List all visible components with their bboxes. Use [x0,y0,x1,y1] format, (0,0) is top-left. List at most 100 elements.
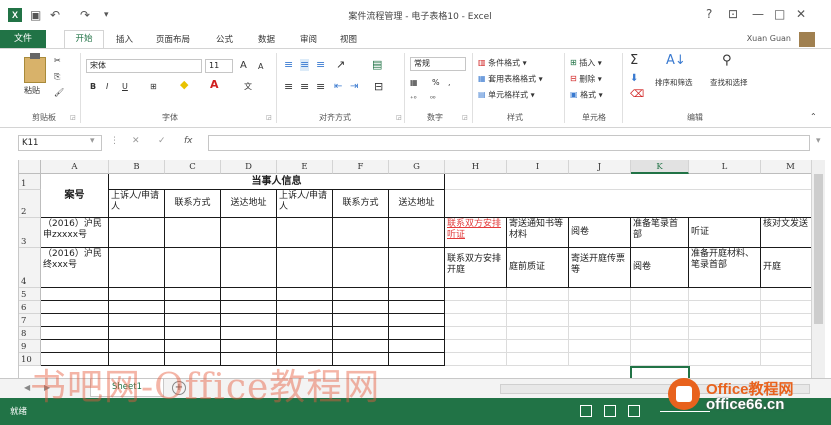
table-cell[interactable] [445,288,507,301]
table-cell[interactable] [109,327,165,340]
table-cell[interactable] [333,248,389,288]
table-cell[interactable] [569,288,631,301]
cell-h1[interactable] [445,174,811,190]
font-size-select[interactable]: 11 [205,59,233,73]
table-cell[interactable] [389,288,445,301]
row-header-9[interactable]: 9 [19,340,41,353]
table-cell[interactable] [761,353,811,366]
insert-function-button[interactable]: fx [184,136,193,146]
column-header-e[interactable]: E [277,160,333,174]
table-cell[interactable] [389,218,445,248]
table-cell[interactable] [109,248,165,288]
table-cell[interactable] [277,327,333,340]
clear-icon[interactable]: ⌫ [630,89,644,101]
step-cell-i4[interactable]: 庭前质证 [507,248,569,288]
table-cell[interactable] [221,340,277,353]
redo-icon[interactable]: ↷ [80,8,90,22]
font-name-select[interactable]: 宋体 [86,59,202,73]
table-cell[interactable] [761,288,811,301]
wrap-text-icon[interactable]: ▤ [372,59,382,71]
format-painter-icon[interactable]: 🖌 [54,87,64,99]
decrease-decimal-icon[interactable]: ⁰⁰ [430,93,436,105]
row-header-2[interactable]: 2 [19,190,41,218]
column-header-b[interactable]: B [109,160,165,174]
table-cell[interactable] [333,327,389,340]
table-cell[interactable] [221,314,277,327]
row-header-7[interactable]: 7 [19,314,41,327]
number-launcher-icon[interactable]: ◲ [462,114,468,121]
table-cell[interactable] [389,301,445,314]
select-all-button[interactable] [19,160,41,174]
table-cell[interactable] [689,353,761,366]
cell-h2[interactable] [445,190,811,218]
row-header-1[interactable]: 1 [19,174,41,190]
cell-styles-button[interactable]: ▤ 单元格样式 ▾ [478,89,535,102]
orientation-icon[interactable]: ↗ [336,59,345,71]
close-button[interactable]: ✕ [796,7,806,21]
table-cell[interactable] [569,327,631,340]
help-button[interactable]: ? [706,7,712,21]
tab-view[interactable]: 视图 [340,33,357,45]
step-cell-m4[interactable]: 开庭 [761,248,811,288]
table-cell[interactable] [631,301,689,314]
name-box-dropdown-icon[interactable]: ▾ [90,136,95,146]
fill-color-icon[interactable]: ◆ [180,79,188,91]
font-launcher-icon[interactable]: ◲ [266,114,272,121]
table-cell[interactable] [631,327,689,340]
table-cell[interactable] [221,327,277,340]
table-cell[interactable] [109,340,165,353]
row-header-6[interactable]: 6 [19,301,41,314]
table-cell[interactable] [445,340,507,353]
appellant-header-2[interactable]: 上诉人/申请人 [277,190,333,218]
table-cell[interactable] [761,340,811,353]
tab-file[interactable]: 文件 [0,30,46,48]
table-cell[interactable] [631,340,689,353]
table-cell[interactable] [569,314,631,327]
table-cell[interactable] [507,353,569,366]
table-cell[interactable] [445,314,507,327]
table-cell[interactable] [277,248,333,288]
sort-filter-button[interactable]: 排序和筛选 [655,77,693,89]
formula-input[interactable] [208,135,810,151]
insert-cells-button[interactable]: ⊞ 插入 ▾ [570,57,602,70]
font-color-icon[interactable]: A [210,79,219,91]
vertical-scroll-thumb[interactable] [814,174,823,324]
table-cell[interactable] [689,327,761,340]
tab-data[interactable]: 数据 [258,33,275,45]
table-cell[interactable] [507,327,569,340]
contact-header-1[interactable]: 联系方式 [165,190,221,218]
paste-button[interactable]: 粘贴 [24,85,40,97]
page-layout-view-icon[interactable] [604,405,616,417]
vertical-scrollbar[interactable] [811,160,825,378]
cut-icon[interactable]: ✂ [54,55,61,67]
percent-style-button[interactable]: % [432,77,440,89]
table-cell[interactable] [389,340,445,353]
tab-home[interactable]: 开始 [64,30,104,48]
underline-button[interactable]: U [122,81,128,93]
table-cell[interactable] [569,340,631,353]
table-cell[interactable] [389,353,445,366]
table-cell[interactable] [277,301,333,314]
customize-qat-icon[interactable]: ▾ [104,8,109,22]
table-cell[interactable] [389,327,445,340]
table-cell[interactable] [277,314,333,327]
step-cell-m3[interactable]: 核对文发送 [761,218,811,248]
accounting-format-icon[interactable]: ▦ [410,77,418,89]
align-top-icon[interactable]: ≡ [284,59,293,71]
align-middle-icon[interactable]: ≡ [300,59,310,71]
step-cell-k4[interactable]: 阅卷 [631,248,689,288]
align-left-icon[interactable]: ≡ [284,81,293,93]
normal-view-icon[interactable] [580,405,592,417]
find-select-button[interactable]: 查找和选择 [710,77,748,89]
table-cell[interactable] [689,301,761,314]
save-icon[interactable]: ▣ [30,8,41,22]
table-cell[interactable] [109,218,165,248]
table-cell[interactable] [333,218,389,248]
party-info-header[interactable]: 当事人信息 [109,174,445,190]
address-header-1[interactable]: 送达地址 [221,190,277,218]
step-cell-j3[interactable]: 阅卷 [569,218,631,248]
table-cell[interactable] [41,288,109,301]
minimize-button[interactable]: — [752,7,764,21]
table-cell[interactable] [277,218,333,248]
user-name[interactable]: Xuan Guan [747,34,791,43]
